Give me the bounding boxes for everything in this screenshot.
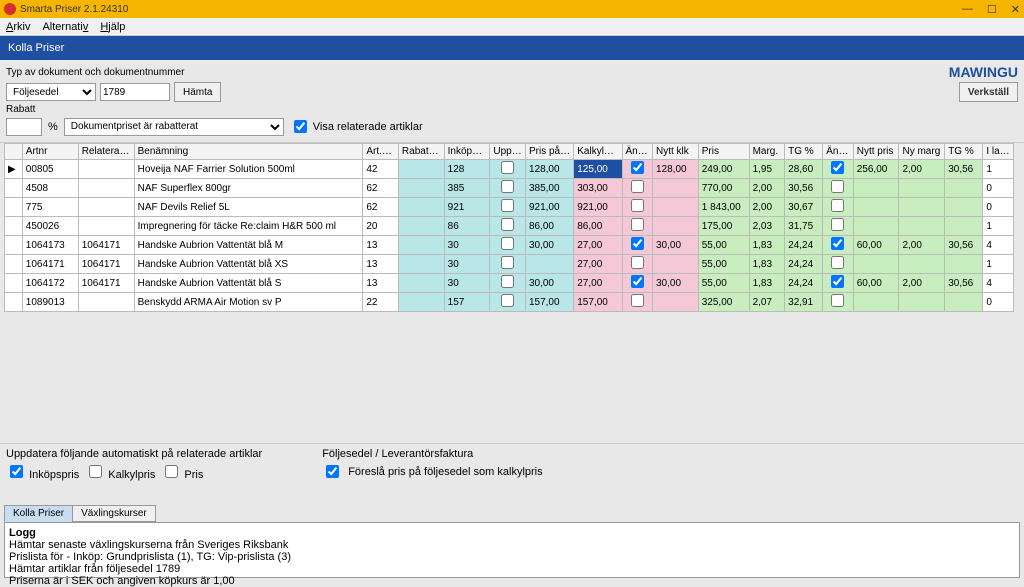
grid-checkbox[interactable] <box>631 180 644 193</box>
log-panel: Logg Hämtar senaste växlingskurserna frå… <box>4 522 1020 578</box>
col-ben[interactable]: Benämning <box>134 144 363 160</box>
log-line: Hämtar senaste växlingskurserna från Sve… <box>9 539 1015 551</box>
table-row[interactable]: 10641721064171Handske Aubrion Vattentät … <box>5 274 1014 293</box>
doc-number-input[interactable] <box>100 83 170 101</box>
grid-wrap: Artnr Relaterad till Benämning Art.grupp… <box>0 143 1024 443</box>
table-row[interactable]: 4508NAF Superflex 800gr62385385,00303,00… <box>5 179 1014 198</box>
bottom-tabs: Kolla Priser Växlingskurser <box>4 505 1024 522</box>
grid-header-row: Artnr Relaterad till Benämning Art.grupp… <box>5 144 1014 160</box>
col-mrg[interactable]: Marg. <box>749 144 785 160</box>
visa-relaterade-label: Visa relaterade artiklar <box>313 121 423 133</box>
maximize-button[interactable]: ☐ <box>987 3 997 16</box>
auto-inkop-checkbox[interactable] <box>10 465 23 478</box>
grid-checkbox[interactable] <box>501 161 514 174</box>
auto-kalkyl-checkbox[interactable] <box>89 465 102 478</box>
menu-arkiv[interactable]: Arkiv <box>6 21 30 33</box>
grid-checkbox[interactable] <box>501 180 514 193</box>
foresla-checkbox[interactable] <box>326 465 339 478</box>
col-nykl[interactable]: Nytt klk <box>653 144 699 160</box>
grid-checkbox[interactable] <box>831 237 844 250</box>
col-artnr[interactable]: Artnr <box>22 144 78 160</box>
log-line: Prislista för - Inköp: Grundprislista (1… <box>9 551 1015 563</box>
col-and2[interactable]: Ändra <box>823 144 853 160</box>
visa-relaterade-checkbox[interactable] <box>294 120 307 133</box>
rabatt-input[interactable] <box>6 118 42 136</box>
col-p[interactable]: Pris <box>698 144 749 160</box>
grid-checkbox[interactable] <box>501 218 514 231</box>
table-row[interactable]: 775NAF Devils Relief 5L62921921,00921,00… <box>5 198 1014 217</box>
col-tg2[interactable]: TG % <box>945 144 983 160</box>
grid-checkbox[interactable] <box>631 294 644 307</box>
col-grp[interactable]: Art.grupp <box>363 144 399 160</box>
grid-checkbox[interactable] <box>831 199 844 212</box>
col-tg[interactable]: TG % <box>785 144 823 160</box>
grid-checkbox[interactable] <box>831 161 844 174</box>
menu-alternativ[interactable]: Alternativ <box>42 21 88 33</box>
grid-checkbox[interactable] <box>631 218 644 231</box>
log-line: Hämtar artiklar från följesedel 1789 <box>9 563 1015 575</box>
log-title: Logg <box>9 527 1015 539</box>
grid-checkbox[interactable] <box>501 199 514 212</box>
auto-update-label: Uppdatera följande automatiskt på relate… <box>6 448 262 460</box>
tab-kolla-priser[interactable]: Kolla Priser <box>4 505 73 522</box>
grid-checkbox[interactable] <box>631 256 644 269</box>
table-row[interactable]: ▶00805Hoveija NAF Farrier Solution 500ml… <box>5 160 1014 179</box>
footer-options: Uppdatera följande automatiskt på relate… <box>0 443 1024 485</box>
page-header: Kolla Priser <box>0 36 1024 60</box>
col-rab[interactable]: Rabatt % <box>398 144 444 160</box>
grid-checkbox[interactable] <box>501 237 514 250</box>
doc-type-label: Typ av dokument och dokumentnummer <box>6 67 184 78</box>
foljesedel-label: Följesedel / Leverantörsfaktura <box>322 448 542 460</box>
grid-checkbox[interactable] <box>831 294 844 307</box>
log-line: Priserna är i SEK och angiven köpkurs är… <box>9 575 1015 587</box>
auto-pris-checkbox[interactable] <box>165 465 178 478</box>
col-kal[interactable]: Kalkylpris <box>574 144 622 160</box>
titlebar: Smarta Priser 2.1.24310 — ☐ ✕ <box>0 0 1024 18</box>
page-title: Kolla Priser <box>8 42 64 54</box>
col-rel[interactable]: Relaterad till <box>78 144 134 160</box>
table-row[interactable]: 10641731064171Handske Aubrion Vattentät … <box>5 236 1014 255</box>
menubar: Arkiv Alternativ Hjälp <box>0 18 1024 36</box>
col-ink[interactable]: Inköpspris <box>444 144 490 160</box>
tab-vaxlingskurser[interactable]: Växlingskurser <box>72 505 156 522</box>
toolbar: Typ av dokument och dokumentnummer MAWIN… <box>0 60 1024 143</box>
col-nym[interactable]: Ny marg <box>899 144 945 160</box>
grid-checkbox[interactable] <box>831 256 844 269</box>
minimize-button[interactable]: — <box>962 3 973 16</box>
grid-checkbox[interactable] <box>501 275 514 288</box>
col-pris[interactable]: Pris på följ. <box>525 144 573 160</box>
table-row[interactable]: 450026Impregnering för täcke Re:claim H&… <box>5 217 1014 236</box>
col-nyp[interactable]: Nytt pris <box>853 144 899 160</box>
grid-checkbox[interactable] <box>831 275 844 288</box>
grid-checkbox[interactable] <box>501 294 514 307</box>
rabatt-label: Rabatt <box>6 104 35 115</box>
grid-checkbox[interactable] <box>631 161 644 174</box>
close-button[interactable]: ✕ <box>1011 3 1020 16</box>
percent-label: % <box>48 121 58 133</box>
hamta-button[interactable]: Hämta <box>174 82 221 102</box>
col-and[interactable]: Ändra <box>622 144 652 160</box>
grid-checkbox[interactable] <box>631 237 644 250</box>
grid-checkbox[interactable] <box>501 256 514 269</box>
col-lag[interactable]: I lager <box>983 144 1014 160</box>
price-grid[interactable]: Artnr Relaterad till Benämning Art.grupp… <box>4 143 1014 312</box>
grid-checkbox[interactable] <box>631 199 644 212</box>
col-upp[interactable]: Uppdat. <box>490 144 526 160</box>
grid-checkbox[interactable] <box>631 275 644 288</box>
menu-hjalp[interactable]: Hjälp <box>100 21 125 33</box>
app-icon <box>4 3 16 15</box>
grid-checkbox[interactable] <box>831 218 844 231</box>
rabatt-desc-select[interactable]: Dokumentpriset är rabatterat <box>64 118 284 136</box>
table-row[interactable]: 1089013Benskydd ARMA Air Motion sv P2215… <box>5 293 1014 312</box>
brand-label: MAWINGU <box>949 64 1018 80</box>
window-title: Smarta Priser 2.1.24310 <box>20 4 962 15</box>
grid-checkbox[interactable] <box>831 180 844 193</box>
verkstall-button[interactable]: Verkställ <box>959 82 1018 102</box>
table-row[interactable]: 10641711064171Handske Aubrion Vattentät … <box>5 255 1014 274</box>
doc-type-select[interactable]: Följesedel <box>6 83 96 101</box>
